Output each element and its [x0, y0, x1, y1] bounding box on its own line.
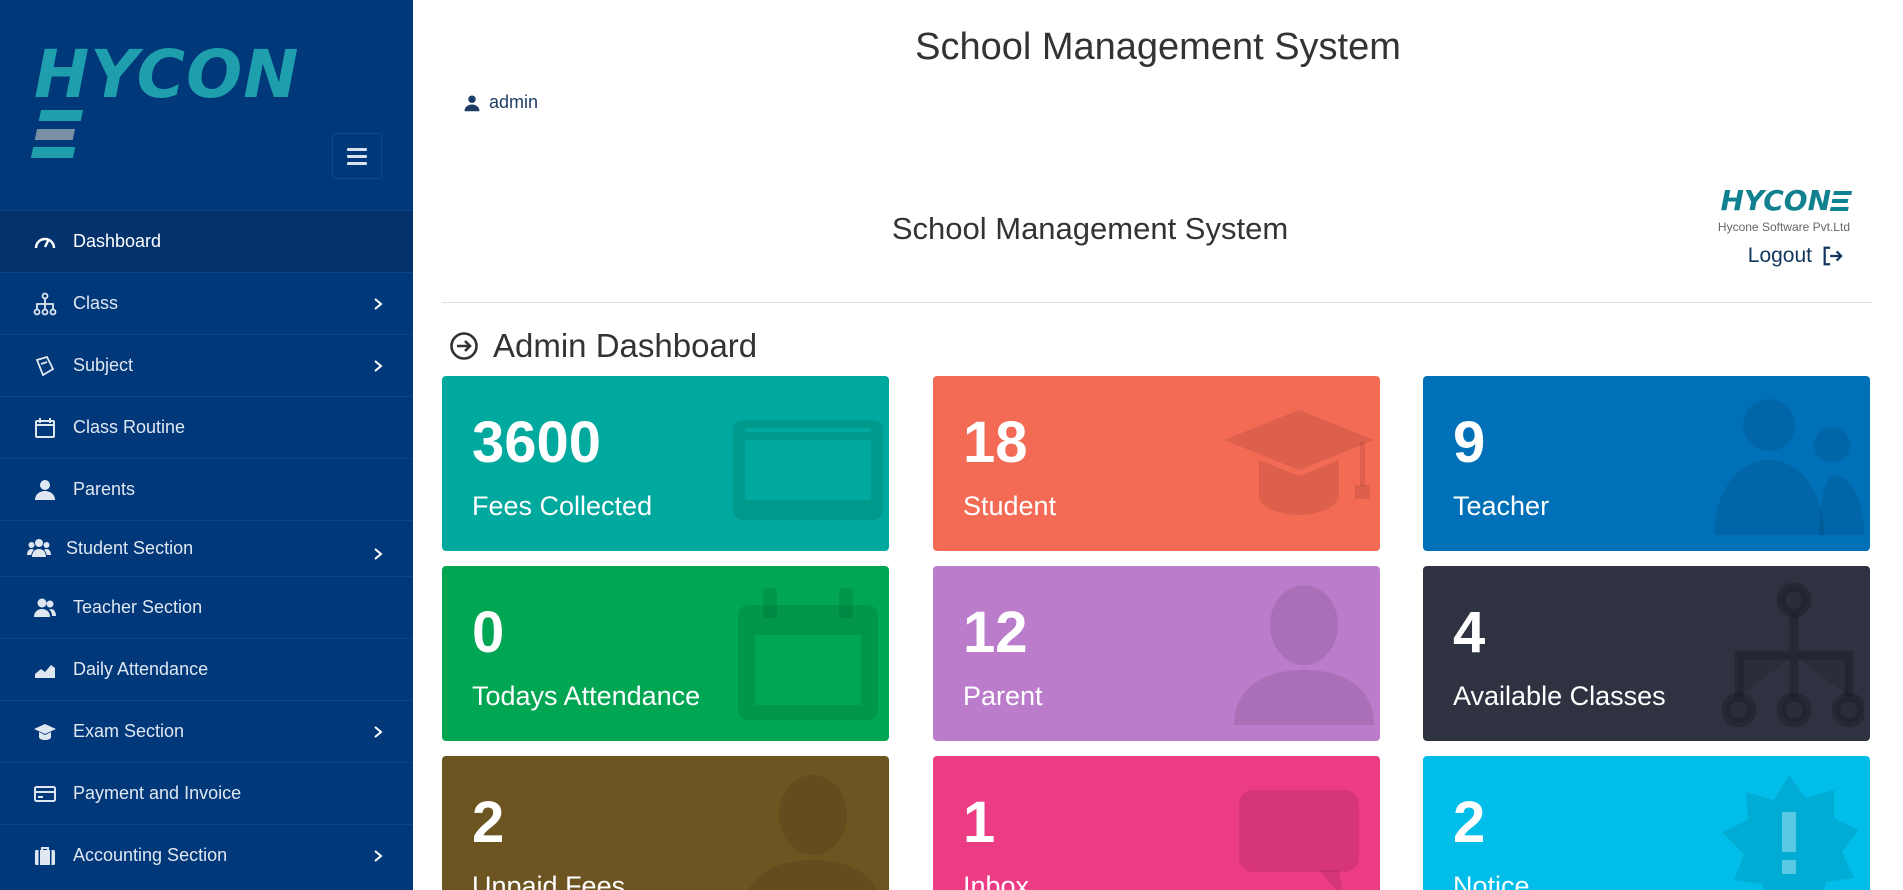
stat-card-available-classes[interactable]: 4 Available Classes: [1423, 566, 1870, 741]
calendar-icon: [733, 580, 883, 730]
sidebar-item-label: Subject: [73, 355, 134, 375]
stat-label: Parent: [963, 681, 1043, 711]
sidebar-item-label: Student Section: [66, 538, 194, 558]
calendar-icon: [35, 417, 55, 438]
stat-card-notice[interactable]: 2 Notice: [1423, 756, 1870, 890]
sidebar-toggle-button[interactable]: [332, 133, 382, 179]
sidebar-item-label: Accounting Section: [73, 845, 228, 865]
stat-value: 0: [472, 600, 505, 665]
divider: [442, 302, 1872, 303]
stat-card-unpaid-fees[interactable]: 2 Unpaid Fees: [442, 756, 889, 890]
stat-label: Notice: [1453, 871, 1530, 890]
stat-value: 2: [472, 790, 505, 855]
logo-text: HYCON: [34, 36, 300, 113]
graduation-cap-icon: [34, 723, 56, 740]
brand-logo[interactable]: HYCON: [30, 40, 334, 158]
sidebar-item-label: Class: [73, 293, 119, 313]
arrow-circle-right-icon: [450, 332, 478, 360]
logout-icon: [1823, 246, 1843, 266]
sitemap-icon: [33, 292, 57, 315]
sidebar-item-daily-attendance[interactable]: Daily Attendance: [0, 638, 413, 700]
user-menu[interactable]: admin: [463, 92, 538, 113]
stat-value: 2: [1453, 790, 1486, 855]
sidebar-item-label: Dashboard: [73, 231, 162, 251]
sidebar-item-class-routine[interactable]: Class Routine: [0, 396, 413, 458]
hamburger-icon: [347, 147, 367, 151]
sidebar-item-student-section[interactable]: Student Section: [0, 520, 413, 576]
stat-label: Student: [963, 491, 1057, 521]
briefcase-icon: [35, 846, 55, 865]
username: admin: [489, 92, 539, 112]
main-content: School Management System admin HYCON Hyc…: [413, 0, 1903, 890]
sidebar-item-label: Teacher Section: [73, 597, 203, 617]
sidebar-item-label: Parents: [73, 479, 136, 499]
chevron-right-icon: [374, 725, 383, 738]
users-icon: [1714, 390, 1864, 540]
stat-card-student[interactable]: 18 Student: [933, 376, 1380, 551]
certificate-icon: [1714, 770, 1864, 890]
sidebar-item-exam-section[interactable]: Exam Section: [0, 700, 413, 762]
area-chart-icon: [35, 664, 55, 678]
logout-link[interactable]: Logout: [1748, 244, 1843, 268]
user-icon: [733, 770, 883, 890]
logo-e-mark: [30, 110, 84, 158]
comment-icon: [1224, 770, 1374, 890]
sitemap-icon: [1714, 580, 1867, 730]
user-icon: [1224, 580, 1374, 730]
stat-card-inbox[interactable]: 1 Inbox: [933, 756, 1380, 890]
stat-label: Todays Attendance: [472, 681, 701, 711]
book-icon: [35, 355, 55, 376]
stat-card-parent[interactable]: 12 Parent: [933, 566, 1380, 741]
sidebar-item-parents[interactable]: Parents: [0, 458, 413, 520]
app-title: School Management System: [915, 26, 1401, 68]
chevron-right-icon: [374, 297, 383, 310]
graduation-cap-icon: [1224, 390, 1374, 540]
sidebar-item-label: Payment and Invoice: [73, 783, 242, 803]
stat-value: 18: [963, 410, 1028, 475]
sidebar-item-subject[interactable]: Subject: [0, 334, 413, 396]
chevron-right-icon: [374, 359, 383, 372]
sidebar-item-label: Daily Attendance: [73, 659, 209, 679]
stat-label: Inbox: [963, 871, 1030, 890]
speedometer-icon: [34, 237, 56, 248]
page-title: Admin Dashboard: [449, 327, 757, 365]
stat-value: 12: [963, 600, 1028, 665]
credit-card-icon: [34, 785, 56, 802]
sidebar-nav: Dashboard Class Subject Class Routine Pa…: [0, 210, 413, 886]
sidebar-item-label: Exam Section: [73, 721, 185, 741]
stat-card-fees-collected[interactable]: 3600 Fees Collected: [442, 376, 889, 551]
stat-value: 4: [1453, 600, 1486, 665]
sidebar-item-teacher-section[interactable]: Teacher Section: [0, 576, 413, 638]
chevron-right-icon: [374, 849, 383, 862]
user-icon: [464, 95, 480, 111]
users-icon: [27, 538, 51, 557]
user-icon: [35, 479, 55, 500]
logout-label: Logout: [1747, 244, 1812, 267]
stat-value: 3600: [472, 410, 602, 475]
sidebar-item-dashboard[interactable]: Dashboard: [0, 210, 413, 272]
stat-label: Teacher: [1453, 491, 1550, 521]
stat-label: Unpaid Fees: [472, 871, 626, 890]
sidebar-item-label: Class Routine: [73, 417, 186, 437]
user-group-icon: [34, 598, 56, 617]
page-subtitle: School Management System: [891, 211, 1289, 246]
credit-card-icon: [733, 390, 883, 540]
stat-card-todays-attendance[interactable]: 0 Todays Attendance: [442, 566, 889, 741]
stat-label: Available Classes: [1453, 681, 1666, 711]
sidebar-item-payment-invoice[interactable]: Payment and Invoice: [0, 762, 413, 824]
stat-value: 1: [963, 790, 996, 855]
sidebar-item-class[interactable]: Class: [0, 272, 413, 334]
stat-value: 9: [1453, 410, 1486, 475]
sidebar: HYCON Dashboard Class Subject Class Rout…: [0, 0, 413, 890]
chevron-right-icon: [374, 548, 383, 560]
stat-card-teacher[interactable]: 9 Teacher: [1423, 376, 1870, 551]
stat-label: Fees Collected: [472, 491, 653, 521]
sidebar-item-accounting-section[interactable]: Accounting Section: [0, 824, 413, 886]
